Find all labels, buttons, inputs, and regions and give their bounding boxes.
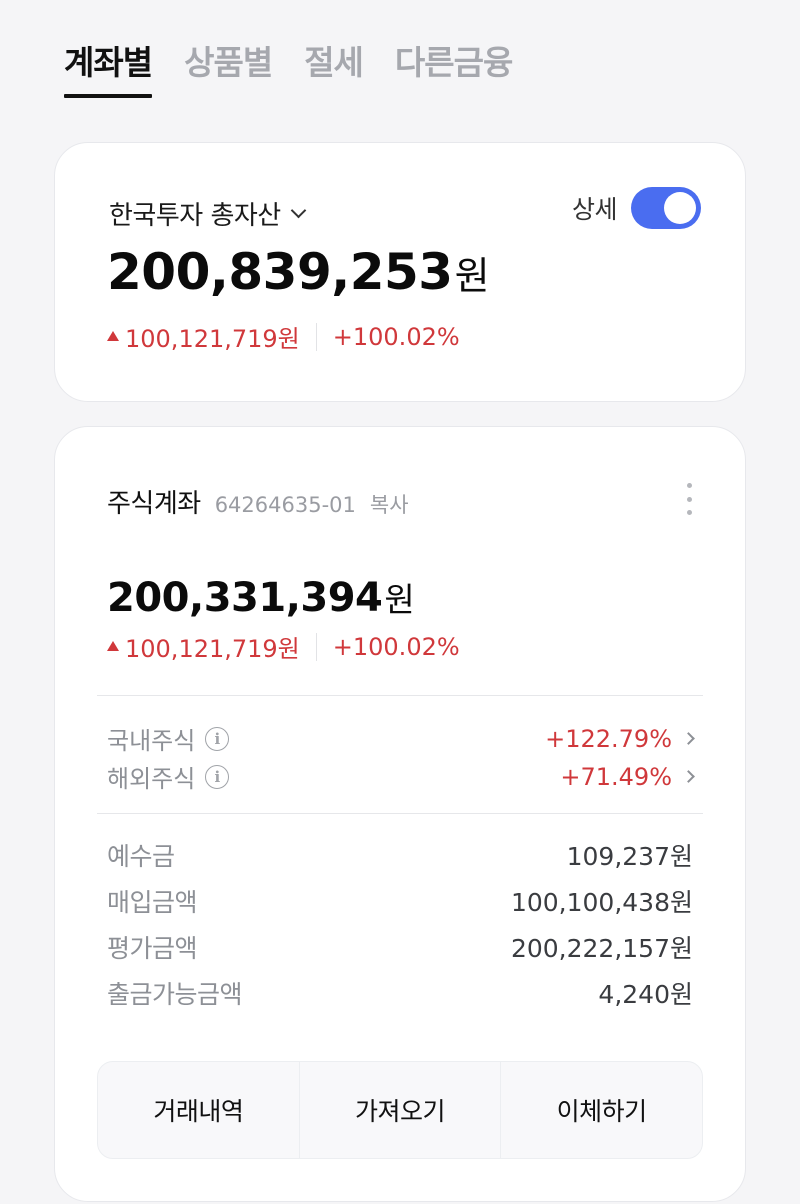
stock-row-label: 해외주식 i: [107, 759, 230, 794]
purchase-amount-label: 매입금액: [107, 888, 198, 917]
overseas-stock-row[interactable]: 해외주식 i +71.49%: [107, 759, 695, 794]
domestic-stock-row[interactable]: 국내주식 i +122.79%: [107, 721, 695, 756]
stock-row-label: 국내주식 i: [107, 721, 230, 756]
account-action-bar: 거래내역 가져오기 이체하기: [97, 1061, 703, 1159]
info-icon[interactable]: i: [205, 726, 230, 751]
divider: [97, 695, 703, 696]
total-assets-card: 한국투자 총자산 상세 200,839,253 원 100,121,719원 +…: [54, 142, 746, 402]
copy-account-button[interactable]: 복사: [370, 489, 409, 519]
valuation-amount-label: 평가금액: [107, 934, 198, 963]
transaction-history-button[interactable]: 거래내역: [98, 1062, 299, 1158]
tab-by-product[interactable]: 상품별: [184, 36, 273, 98]
account-header: 주식계좌 64264635-01 복사: [107, 483, 409, 520]
chevron-down-icon: [290, 202, 306, 219]
account-change-amount: 100,121,719원: [125, 635, 300, 663]
tab-by-account[interactable]: 계좌별: [64, 36, 153, 98]
deposit-value: 109,237원: [566, 842, 693, 871]
stock-account-card: 주식계좌 64264635-01 복사 200,331,394 원 100,12…: [54, 426, 746, 1202]
stock-row-value: +71.49%: [560, 762, 695, 791]
info-icon[interactable]: i: [205, 764, 230, 789]
domestic-stock-pct: +122.79%: [545, 724, 672, 753]
withdrawable-amount-label: 출금가능금액: [107, 980, 243, 1009]
page: 계좌별 상품별 절세 다른금융 한국투자 총자산 상세 200,839,253 …: [0, 0, 800, 1204]
account-change-pct: +100.02%: [332, 632, 460, 661]
total-assets-label: 한국투자 총자산: [109, 201, 281, 231]
tab-tax-saving[interactable]: 절세: [304, 36, 364, 98]
withdrawable-amount-value: 4,240원: [598, 980, 693, 1009]
valuation-amount-row: 평가금액 200,222,157원: [107, 929, 693, 965]
triangle-up-icon: [107, 330, 119, 341]
withdrawable-amount-row: 출금가능금액 4,240원: [107, 975, 693, 1011]
total-assets-amount: 200,839,253 원: [107, 243, 490, 301]
domestic-stock-label: 국내주식: [107, 727, 196, 755]
chevron-right-icon: [682, 770, 695, 783]
more-vertical-icon[interactable]: [685, 483, 693, 515]
total-amount-value: 200,839,253: [107, 243, 453, 301]
import-button[interactable]: 가져오기: [298, 1062, 501, 1158]
deposit-row: 예수금 109,237원: [107, 837, 693, 873]
divider: [97, 813, 703, 814]
account-name: 주식계좌: [107, 489, 201, 519]
tab-other-finance[interactable]: 다른금융: [395, 36, 513, 98]
account-amount-value: 200,331,394: [107, 575, 383, 621]
purchase-amount-value: 100,100,438원: [510, 888, 693, 917]
stock-row-value: +122.79%: [545, 724, 695, 753]
transfer-button[interactable]: 이체하기: [500, 1062, 702, 1158]
overseas-stock-pct: +71.49%: [560, 762, 672, 791]
divider: [315, 322, 317, 351]
toggle-knob: [664, 192, 696, 224]
total-amount-unit: 원: [454, 254, 490, 298]
overseas-stock-label: 해외주식: [107, 765, 196, 793]
tab-bar: 계좌별 상품별 절세 다른금융: [64, 36, 513, 98]
detail-label: 상세: [571, 195, 618, 224]
divider: [315, 632, 317, 661]
account-number: 64264635-01: [214, 493, 356, 517]
purchase-amount-row: 매입금액 100,100,438원: [107, 883, 693, 919]
triangle-up-icon: [107, 640, 119, 651]
total-assets-dropdown[interactable]: 한국투자 총자산: [109, 195, 306, 232]
account-change-row: 100,121,719원 +100.02%: [107, 629, 460, 664]
total-change-pct: +100.02%: [332, 322, 460, 351]
deposit-label: 예수금: [107, 842, 175, 871]
chevron-right-icon: [682, 732, 695, 745]
total-change-amount: 100,121,719원: [125, 325, 300, 353]
account-amount-unit: 원: [384, 580, 415, 619]
detail-toggle[interactable]: [631, 187, 701, 229]
valuation-amount-value: 200,222,157원: [510, 934, 693, 963]
total-change-row: 100,121,719원 +100.02%: [107, 319, 460, 354]
account-amount: 200,331,394 원: [107, 573, 415, 621]
detail-toggle-group: 상세: [572, 187, 701, 229]
